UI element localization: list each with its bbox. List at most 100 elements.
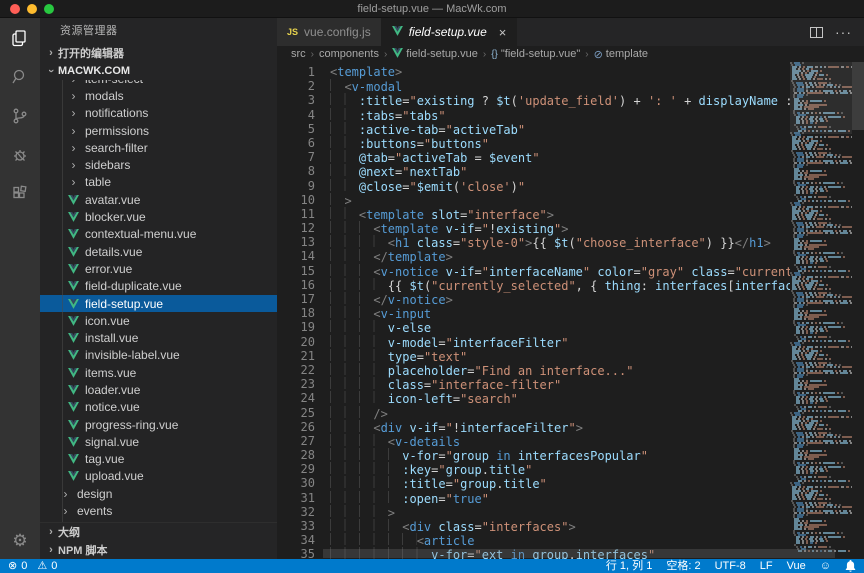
code-line: 30:title="group.title" — [277, 476, 790, 490]
file-item-signal.vue[interactable]: signal.vue — [40, 433, 277, 450]
cursor-position[interactable]: 行 1, 列 1 — [606, 559, 652, 573]
line-number: 29 — [277, 462, 315, 476]
code-line: 15<v-notice v-if="interfaceName" color="… — [277, 264, 790, 278]
zoom-window-button[interactable] — [44, 4, 54, 14]
breadcrumb-item-3[interactable]: field-setup.vue — [392, 48, 478, 61]
minimap[interactable] — [790, 62, 852, 559]
folder-item-notifications[interactable]: ›notifications — [40, 105, 277, 122]
symbol-object-icon: {} — [491, 49, 498, 60]
source-control-icon[interactable] — [0, 96, 40, 135]
extensions-icon[interactable] — [0, 174, 40, 213]
line-number: 4 — [277, 108, 315, 122]
file-item-field-setup.vue[interactable]: field-setup.vue — [40, 295, 277, 312]
file-item-items.vue[interactable]: items.vue — [40, 364, 277, 381]
code-editor[interactable]: 1<template>2<v-modal3:title="existing ? … — [277, 62, 864, 559]
tree-item-label: sidebars — [85, 158, 130, 172]
file-tree: › item-select›modals›notifications›permis… — [40, 80, 277, 522]
chevron-right-icon: › — [72, 175, 76, 189]
vue-icon — [66, 316, 81, 326]
settings-gear-icon[interactable]: ⚙ — [0, 523, 40, 559]
breadcrumb-label: template — [606, 48, 648, 60]
line-number: 34 — [277, 533, 315, 547]
close-window-button[interactable] — [10, 4, 20, 14]
split-editor-icon[interactable] — [810, 27, 823, 38]
tab-vue-config-js[interactable]: JS vue.config.js — [277, 18, 382, 46]
project-section[interactable]: › MACWK.COM — [40, 62, 277, 80]
code-line: 2<v-modal — [277, 79, 790, 93]
file-item-invisible-label.vue[interactable]: invisible-label.vue — [40, 347, 277, 364]
file-item-progress-ring.vue[interactable]: progress-ring.vue — [40, 416, 277, 433]
file-item-loader.vue[interactable]: loader.vue — [40, 381, 277, 398]
horizontal-scrollbar[interactable] — [323, 549, 835, 558]
sidebar-section-大纲[interactable]: ›大纲 — [40, 523, 277, 541]
encoding[interactable]: UTF-8 — [715, 559, 746, 573]
file-item-details.vue[interactable]: details.vue — [40, 243, 277, 260]
chevron-right-icon: › — [72, 80, 76, 86]
vue-icon — [66, 454, 81, 464]
line-number: 17 — [277, 292, 315, 306]
breadcrumb-item-5[interactable]: ⊘template — [594, 48, 648, 61]
minimap-slider[interactable] — [790, 62, 852, 134]
sidebar-section-NPM 脚本[interactable]: ›NPM 脚本 — [40, 541, 277, 559]
problems-errors[interactable]: ⊗ 0 — [8, 559, 27, 573]
file-item-contextual-menu.vue[interactable]: contextual-menu.vue — [40, 226, 277, 243]
breadcrumb-item-1[interactable]: src — [291, 48, 306, 60]
line-number: 2 — [277, 79, 315, 93]
code-line: 13<h1 class="style-0">{{ $t("choose_inte… — [277, 235, 790, 249]
debug-icon[interactable] — [0, 135, 40, 174]
vue-icon — [66, 437, 81, 447]
breadcrumb-item-4[interactable]: {}"field-setup.vue" — [491, 48, 580, 60]
tree-item-label: upload.vue — [85, 469, 144, 483]
explorer-icon[interactable] — [0, 18, 40, 57]
tab-label: vue.config.js — [304, 25, 371, 39]
file-item-tag.vue[interactable]: tag.vue — [40, 451, 277, 468]
folder-item-table[interactable]: ›table — [40, 174, 277, 191]
search-icon[interactable] — [0, 57, 40, 96]
code-line: 17</v-notice> — [277, 292, 790, 306]
vue-icon — [66, 368, 81, 378]
folder-item-permissions[interactable]: ›permissions — [40, 122, 277, 139]
code-line: 4:tabs="tabs" — [277, 108, 790, 122]
code-line: 24icon-left="search" — [277, 391, 790, 405]
more-actions-icon[interactable]: ··· — [835, 24, 852, 40]
code-line: 34<article — [277, 533, 790, 547]
folder-item-design[interactable]: ›design — [40, 485, 277, 502]
tab-field-setup-vue[interactable]: field-setup.vue × — [382, 18, 518, 46]
file-item-upload.vue[interactable]: upload.vue — [40, 468, 277, 485]
language-mode[interactable]: Vue — [787, 559, 806, 573]
activity-bar: ⚙ — [0, 18, 40, 559]
line-number: 15 — [277, 264, 315, 278]
minimize-window-button[interactable] — [27, 4, 37, 14]
notifications-bell-icon[interactable] — [845, 560, 856, 572]
problems-warnings[interactable]: ⚠ 0 — [37, 559, 57, 573]
vertical-scrollbar[interactable] — [852, 62, 864, 130]
file-item-install.vue[interactable]: install.vue — [40, 329, 277, 346]
folder-item-sidebars[interactable]: ›sidebars — [40, 156, 277, 173]
tree-item-label: item-select — [85, 80, 143, 86]
file-item-error.vue[interactable]: error.vue — [40, 260, 277, 277]
tree-item-label: search-filter — [85, 141, 148, 155]
vscode-window: field-setup.vue — MacWk.com ⚙ 资源管 — [0, 0, 864, 573]
indentation[interactable]: 空格: 2 — [666, 559, 700, 573]
chevron-right-icon: › — [44, 47, 58, 59]
file-item-icon.vue[interactable]: icon.vue — [40, 312, 277, 329]
folder-item-item-select[interactable]: › item-select — [40, 80, 277, 87]
file-item-blocker.vue[interactable]: blocker.vue — [40, 208, 277, 225]
feedback-smiley-icon[interactable]: ☺ — [820, 559, 831, 573]
folder-item-search-filter[interactable]: ›search-filter — [40, 139, 277, 156]
section-label: NPM 脚本 — [58, 542, 108, 558]
line-number: 7 — [277, 150, 315, 164]
folder-item-events[interactable]: ›events — [40, 502, 277, 519]
file-item-notice.vue[interactable]: notice.vue — [40, 399, 277, 416]
open-editors-section[interactable]: › 打开的编辑器 — [40, 44, 277, 62]
eol[interactable]: LF — [760, 559, 773, 573]
code-line: 19v-else — [277, 320, 790, 334]
line-number: 11 — [277, 207, 315, 221]
folder-item-modals[interactable]: ›modals — [40, 87, 277, 104]
close-tab-icon[interactable]: × — [499, 25, 507, 40]
breadcrumb-item-2[interactable]: components — [319, 48, 379, 60]
file-item-field-duplicate.vue[interactable]: field-duplicate.vue — [40, 278, 277, 295]
breadcrumb-separator: › — [583, 49, 590, 60]
tree-item-label: events — [77, 504, 112, 518]
file-item-avatar.vue[interactable]: avatar.vue — [40, 191, 277, 208]
